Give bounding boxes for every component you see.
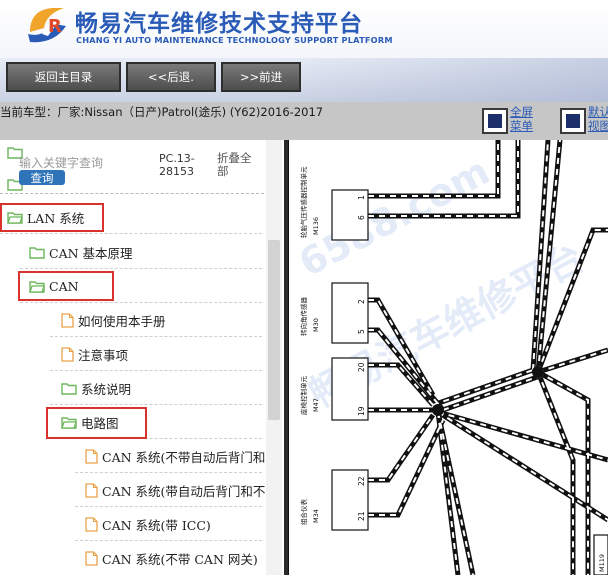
folder-icon: [29, 246, 45, 259]
forward-button[interactable]: >>前进: [221, 62, 301, 92]
tree-item-label: CAN 系统(不带自动后背门和: [102, 449, 266, 465]
sidebar-scrollbar[interactable]: [268, 240, 280, 420]
document-icon: [85, 482, 98, 498]
document-icon: [85, 448, 98, 464]
fullscreen-menu-link[interactable]: 全屏菜单: [510, 105, 536, 133]
default-view-link[interactable]: 默认视图: [588, 105, 608, 133]
pin-label: 19: [357, 406, 366, 416]
component-code-m136: M136: [312, 217, 320, 235]
document-icon: [61, 346, 74, 362]
tree-item-label: CAN 基本原理: [49, 245, 133, 261]
tree-item-label: CAN 系统(带 ICC): [102, 517, 211, 533]
app-title: 畅易汽车维修技术支持平台: [75, 11, 363, 37]
wiring-diagram-svg: 轮胎气压传感器控制单元 M136 转向角传感器 M30 座椅控制单元 M47 组…: [288, 140, 608, 575]
pin-label: 21: [357, 511, 366, 521]
pc-code-text: PC.13-28153: [159, 152, 195, 178]
component-label-m30: 转向角传感器: [299, 297, 308, 337]
tree-item-label: 如何使用本手册: [78, 313, 166, 329]
document-icon: [85, 516, 98, 532]
pin-label: 6: [357, 215, 366, 220]
tree-item-can-system-1[interactable]: CAN 系统(不带自动后背门和: [85, 445, 265, 467]
tree-item-label: CAN 系统(带自动后背门和不: [102, 483, 266, 499]
home-button[interactable]: 返回主目录: [6, 62, 121, 92]
current-model-text: 当前车型：厂家:Nissan（日产)Patrol(途乐) (Y62)2016-2…: [0, 105, 324, 119]
back-button[interactable]: <<后退.: [126, 62, 216, 92]
tree-item-system-description[interactable]: 系统说明: [61, 377, 131, 399]
pin-label: 1: [357, 195, 366, 200]
pin-label: 22: [357, 476, 366, 486]
wiring-diagram-view[interactable]: 6588.com 畅易汽车维修平台 轮胎气压传感器控制单元 M136 转向角传感…: [288, 140, 608, 575]
component-code-m47: M47: [312, 398, 320, 412]
default-view-icon: [566, 114, 580, 128]
fullscreen-menu-button[interactable]: [482, 108, 508, 134]
svg-text:R: R: [48, 16, 62, 37]
tree-item-can-system-no-gateway[interactable]: CAN 系统(不带 CAN 网关): [85, 547, 258, 569]
tree-item-label: CAN 系统(不带 CAN 网关): [102, 551, 258, 567]
search-button[interactable]: 查询: [19, 170, 65, 185]
component-label-m136: 轮胎气压传感器控制单元: [299, 166, 308, 238]
component-code-m30: M30: [312, 318, 320, 332]
document-icon: [61, 312, 74, 328]
pin-label: 2: [357, 299, 366, 304]
component-code-m34: M34: [312, 509, 320, 523]
document-icon: [85, 550, 98, 566]
tree-item-how-to-use[interactable]: 如何使用本手册: [61, 309, 166, 331]
tree-item-can-basics[interactable]: CAN 基本原理: [29, 241, 133, 263]
default-view-button[interactable]: [560, 108, 586, 134]
highlight-can: [18, 271, 114, 301]
highlight-wiring-diagram: [46, 407, 147, 439]
highlight-lan-system: [0, 203, 104, 232]
tree-item-label: 注意事项: [78, 347, 129, 363]
component-code-m119: M119: [598, 554, 606, 572]
app-subtitle: CHANG YI AUTO MAINTENANCE TECHNOLOGY SUP…: [76, 35, 393, 45]
tree-item-precautions[interactable]: 注意事项: [61, 343, 128, 365]
tree-item-can-system-2[interactable]: CAN 系统(带自动后背门和不: [85, 479, 265, 501]
fullscreen-icon: [488, 114, 502, 128]
tree-item-label: 系统说明: [81, 381, 132, 397]
pin-label: 5: [357, 329, 366, 334]
tree-item-can-system-icc[interactable]: CAN 系统(带 ICC): [85, 513, 211, 535]
logo-icon: R: [28, 8, 66, 43]
pin-label: 20: [357, 362, 366, 372]
sidebar-divider: [0, 193, 264, 194]
folder-icon: [61, 382, 77, 395]
collapse-all-link[interactable]: 折叠全部: [217, 152, 257, 178]
component-label-m34: 组合仪表: [299, 499, 308, 526]
component-label-m47: 座椅控制单元: [299, 376, 308, 416]
